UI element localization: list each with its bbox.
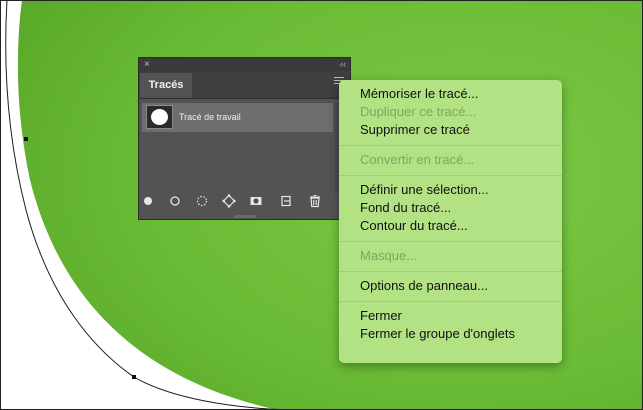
menu-item-save-path[interactable]: Mémoriser le tracé...: [339, 85, 562, 103]
resize-grip[interactable]: [234, 215, 256, 218]
anchor-point[interactable]: [132, 375, 136, 379]
path-thumbnail: [146, 105, 173, 129]
fill-path-icon[interactable]: [141, 194, 155, 208]
trash-icon[interactable]: [308, 194, 322, 208]
stroke-path-icon[interactable]: [168, 194, 182, 208]
menu-item-close-tab-group[interactable]: Fermer le groupe d'onglets: [339, 325, 562, 343]
tab-paths[interactable]: Tracés: [140, 73, 192, 98]
load-selection-icon[interactable]: [195, 194, 209, 208]
menu-separator: [339, 175, 562, 176]
menu-separator: [339, 301, 562, 302]
make-work-path-icon[interactable]: [222, 194, 236, 208]
menu-item-delete-path[interactable]: Supprimer ce tracé: [339, 121, 562, 139]
menu-item-duplicate-path: Dupliquer ce tracé...: [360, 104, 477, 119]
anchor-point[interactable]: [24, 137, 28, 141]
menu-item-close[interactable]: Fermer: [339, 307, 562, 325]
menu-item-stroke-path[interactable]: Contour du tracé...: [339, 217, 562, 235]
panel-flyout-menu: Mémoriser le tracé... Dupliquer ce tracé…: [339, 80, 562, 363]
paths-panel: × ‹‹ Tracés Tracé de travail: [138, 57, 351, 220]
menu-separator: [339, 145, 562, 146]
menu-separator: [339, 241, 562, 242]
panel-title-bar[interactable]: × ‹‹: [139, 58, 350, 71]
panel-footer: [139, 190, 350, 212]
path-name: Tracé de travail: [179, 112, 241, 122]
add-mask-icon[interactable]: [249, 194, 263, 208]
menu-separator: [339, 271, 562, 272]
menu-item-convert-to-path: Convertir en tracé...: [360, 152, 475, 167]
menu-item-clipping-mask: Masque...: [360, 248, 418, 263]
close-icon[interactable]: ×: [144, 58, 150, 71]
collapse-icon[interactable]: ‹‹: [340, 58, 346, 71]
menu-item-fill-path[interactable]: Fond du tracé...: [339, 199, 562, 217]
menu-item-make-selection[interactable]: Définir une sélection...: [339, 181, 562, 199]
path-row-work-path[interactable]: Tracé de travail: [142, 103, 333, 132]
panel-tab-bar: Tracés: [139, 71, 350, 99]
new-path-icon[interactable]: [279, 194, 293, 208]
menu-item-panel-options[interactable]: Options de panneau...: [339, 277, 562, 295]
